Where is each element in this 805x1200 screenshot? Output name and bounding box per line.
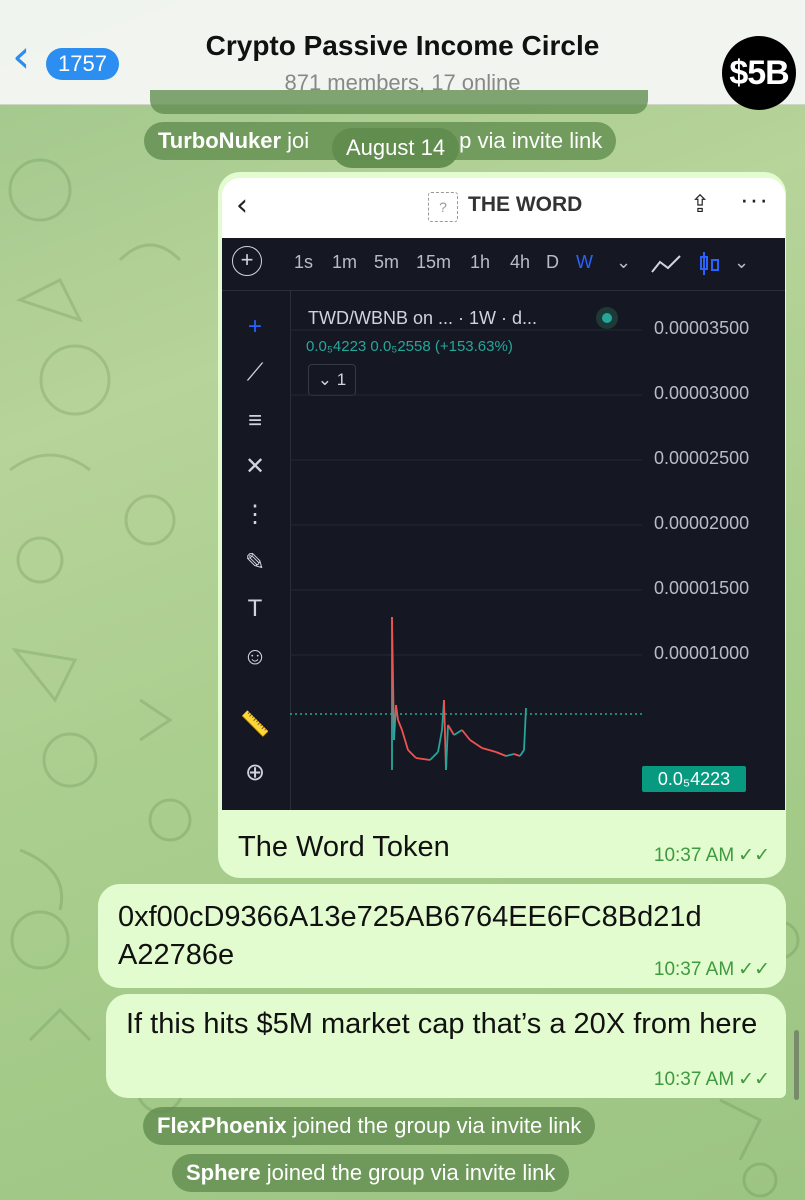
service-message-join: FlexPhoenix joined the group via invite … xyxy=(143,1107,596,1145)
share-icon[interactable]: ⇪ xyxy=(690,190,710,219)
message-bubble-text[interactable]: If this hits $5M market cap that’s a 20X… xyxy=(106,994,786,1098)
message-time: 10:37 AM ✓✓ xyxy=(654,958,770,981)
time-label: 10:37 AM xyxy=(653,1069,735,1090)
avatar-text: $5B xyxy=(729,54,789,92)
ruler-icon[interactable]: 📏 xyxy=(238,708,272,742)
trend-line-icon[interactable]: ⟋ xyxy=(238,356,272,390)
add-indicator-icon[interactable]: + xyxy=(232,246,262,276)
message-bubble-text[interactable]: 0xf00cD9366A13e725AB6764EE6FC8Bd21d A227… xyxy=(98,884,786,988)
token-name: THE WORD xyxy=(468,193,583,216)
read-checkmarks-icon: ✓✓ xyxy=(738,845,770,866)
chart-screenshot[interactable]: ‹ ? THE WORD ⇪ ··· + 1s 1m 5m 15m 1h 4h D W ⌄ ⌄… xyxy=(222,178,785,810)
drawing-tools-sidebar: + ⟋ ≡ ✕ ⋮ ✎ T ☺ 📏 ⊕ xyxy=(222,290,291,810)
back-chevron-icon[interactable]: ‹ xyxy=(236,188,248,223)
service-message-clipped xyxy=(150,90,648,114)
price-series-segment xyxy=(415,757,431,761)
read-checkmarks-icon: ✓✓ xyxy=(738,959,770,980)
price-series-segment xyxy=(481,747,497,753)
read-checkmarks-icon: ✓✓ xyxy=(738,1069,770,1090)
last-price-tag: 0.0₅4223 xyxy=(642,766,746,792)
message-time: 10:37 AM ✓✓ xyxy=(654,1068,770,1091)
price-series-segment xyxy=(519,749,525,757)
scrollbar[interactable] xyxy=(794,1030,799,1100)
service-text: p via invite link xyxy=(459,128,603,153)
price-series-segment xyxy=(523,707,527,751)
timeframe-button[interactable]: 15m xyxy=(416,252,451,273)
service-text: joined the group via invite link xyxy=(260,1160,556,1185)
y-axis-tick-label: 0.00001500 xyxy=(654,578,750,598)
zoom-in-icon[interactable]: ⊕ xyxy=(238,756,272,790)
price-series-segment xyxy=(505,753,515,757)
brush-icon[interactable]: ✎ xyxy=(238,546,272,580)
candlestick-type-icon[interactable] xyxy=(698,251,722,277)
timeframe-button[interactable]: 4h xyxy=(510,252,530,273)
line-chart-type-icon[interactable] xyxy=(650,252,684,276)
y-axis-tick-label: 0.00003500 xyxy=(654,318,750,338)
price-series-segment xyxy=(445,724,449,771)
price-series-segment xyxy=(407,749,417,759)
timeframe-button[interactable]: 1h xyxy=(470,252,490,273)
y-axis-tick-label: 0.00003000 xyxy=(654,383,750,403)
price-series-segment xyxy=(453,729,463,736)
emoji-icon[interactable]: ☺ xyxy=(238,640,272,674)
price-series-segment xyxy=(437,729,443,753)
y-axis-tick-label: 0.00002000 xyxy=(654,513,750,533)
price-series-segment xyxy=(461,729,471,741)
token-logo-placeholder-icon: ? xyxy=(428,192,458,222)
date-separator: August 14 xyxy=(332,128,460,168)
price-series-segment xyxy=(397,719,403,731)
price-series-segment xyxy=(401,729,409,751)
service-message-join: Sphere joined the group via invite link xyxy=(172,1154,570,1192)
text-tool-icon[interactable]: T xyxy=(238,592,272,626)
message-time: 10:37 AM ✓✓ xyxy=(654,844,770,867)
timeframe-button[interactable]: W xyxy=(576,252,593,273)
chevron-down-icon[interactable]: ⌄ xyxy=(734,252,749,273)
price-series-segment xyxy=(495,751,507,757)
time-label: 10:37 AM xyxy=(653,845,735,866)
timeframe-button[interactable]: 1m xyxy=(332,252,357,273)
price-series-segment xyxy=(429,751,439,761)
chat-title[interactable]: Crypto Passive Income Circle xyxy=(130,30,675,62)
crosshair-icon[interactable]: + xyxy=(238,310,272,344)
price-series-segment xyxy=(513,753,521,757)
y-axis-tick-label: 0.00001000 xyxy=(654,643,750,663)
price-series-segment xyxy=(469,739,483,749)
app-top-bar: ‹ ? THE WORD ⇪ ··· xyxy=(222,178,785,238)
service-text: joi xyxy=(281,128,310,153)
service-username[interactable]: Sphere xyxy=(186,1160,261,1185)
more-icon[interactable]: ··· xyxy=(740,184,769,215)
pattern-tool-icon[interactable]: ✕ xyxy=(238,450,272,484)
back-chevron-icon[interactable]: ‹ xyxy=(12,33,48,90)
service-text: joined the group via invite link xyxy=(286,1113,582,1138)
message-text: If this hits $5M market cap that’s a 20X… xyxy=(126,1008,758,1040)
unread-count-badge[interactable]: 1757 xyxy=(46,48,119,80)
fib-lines-icon[interactable]: ≡ xyxy=(238,404,272,438)
timeframe-toolbar: + 1s 1m 5m 15m 1h 4h D W ⌄ ⌄ xyxy=(222,238,785,291)
price-series-segment xyxy=(395,704,399,721)
timeframe-button[interactable]: D xyxy=(546,252,559,273)
y-axis-tick-label: 0.00002500 xyxy=(654,448,750,468)
price-series-segment xyxy=(447,724,455,736)
service-username[interactable]: FlexPhoenix xyxy=(157,1113,287,1138)
chevron-down-icon[interactable]: ⌄ xyxy=(616,252,631,273)
timeframe-button[interactable]: 1s xyxy=(294,252,313,273)
timeframe-button[interactable]: 5m xyxy=(374,252,399,273)
time-label: 10:37 AM xyxy=(653,959,735,980)
message-text: The Word Token xyxy=(238,831,450,863)
chart-pane: + 1s 1m 5m 15m 1h 4h D W ⌄ ⌄ + ⟋ ≡ ✕ ⋮ ✎ T ☺ 📏 … xyxy=(222,238,785,810)
prediction-tool-icon[interactable]: ⋮ xyxy=(238,498,272,532)
group-avatar[interactable]: $5B xyxy=(722,36,796,110)
service-username[interactable]: TurboNuker xyxy=(158,128,281,153)
price-chart-plot[interactable] xyxy=(290,290,785,810)
